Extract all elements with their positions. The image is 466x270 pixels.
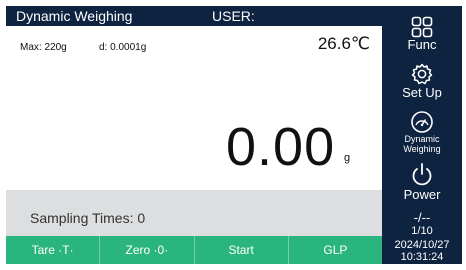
glp-button[interactable]: GLP xyxy=(289,236,382,264)
setup-button[interactable]: Set Up xyxy=(382,62,462,100)
balance-screen: Dynamic Weighing USER: Max: 220g d: 0.00… xyxy=(6,6,462,264)
power-button[interactable]: Power xyxy=(382,162,462,202)
top-status-bar: Dynamic Weighing USER: xyxy=(6,6,382,26)
setup-label: Set Up xyxy=(402,85,442,100)
page-indicator: 1/10 xyxy=(411,225,433,237)
zero-button[interactable]: Zero ·0· xyxy=(100,236,195,264)
gear-icon xyxy=(382,62,462,86)
max-capacity: Max: 220g xyxy=(20,42,67,53)
date-readout: 2024/10/27 xyxy=(394,239,450,251)
dynamic-label-line1: Dynamic xyxy=(404,134,440,144)
time-readout: 10:31:24 xyxy=(400,251,444,263)
weight-value: 0.00 xyxy=(226,117,336,177)
tare-button[interactable]: Tare ·T· xyxy=(6,236,101,264)
readability: d: 0.0001g xyxy=(99,42,147,53)
page-dashes: -/-- xyxy=(413,210,431,225)
power-label: Power xyxy=(403,187,441,202)
dynamic-label-line2: Weighing xyxy=(403,144,441,154)
temperature-readout: 26.6℃ xyxy=(317,34,370,53)
grid-icon xyxy=(382,16,462,38)
func-label: Func xyxy=(407,37,437,52)
power-icon xyxy=(382,162,462,188)
func-button[interactable]: Func xyxy=(382,16,462,52)
weighing-display: Max: 220g d: 0.0001g 26.6℃ 0.00 g xyxy=(6,26,382,190)
sidebar: Func Set Up Dynamic Weighing Power -/-- … xyxy=(382,6,462,264)
mode-title: Dynamic Weighing xyxy=(16,8,133,24)
sampling-times: Sampling Times: 0 xyxy=(30,210,146,226)
gauge-icon xyxy=(382,110,462,134)
sampling-bar: Sampling Times: 0 xyxy=(6,190,382,236)
weight-unit: g xyxy=(344,152,351,164)
dynamic-weighing-button[interactable]: Dynamic Weighing xyxy=(382,110,462,154)
start-button[interactable]: Start xyxy=(195,236,289,264)
function-button-bar: Tare ·T· Zero ·0· Start GLP xyxy=(6,236,382,264)
user-label: USER: xyxy=(212,8,255,24)
